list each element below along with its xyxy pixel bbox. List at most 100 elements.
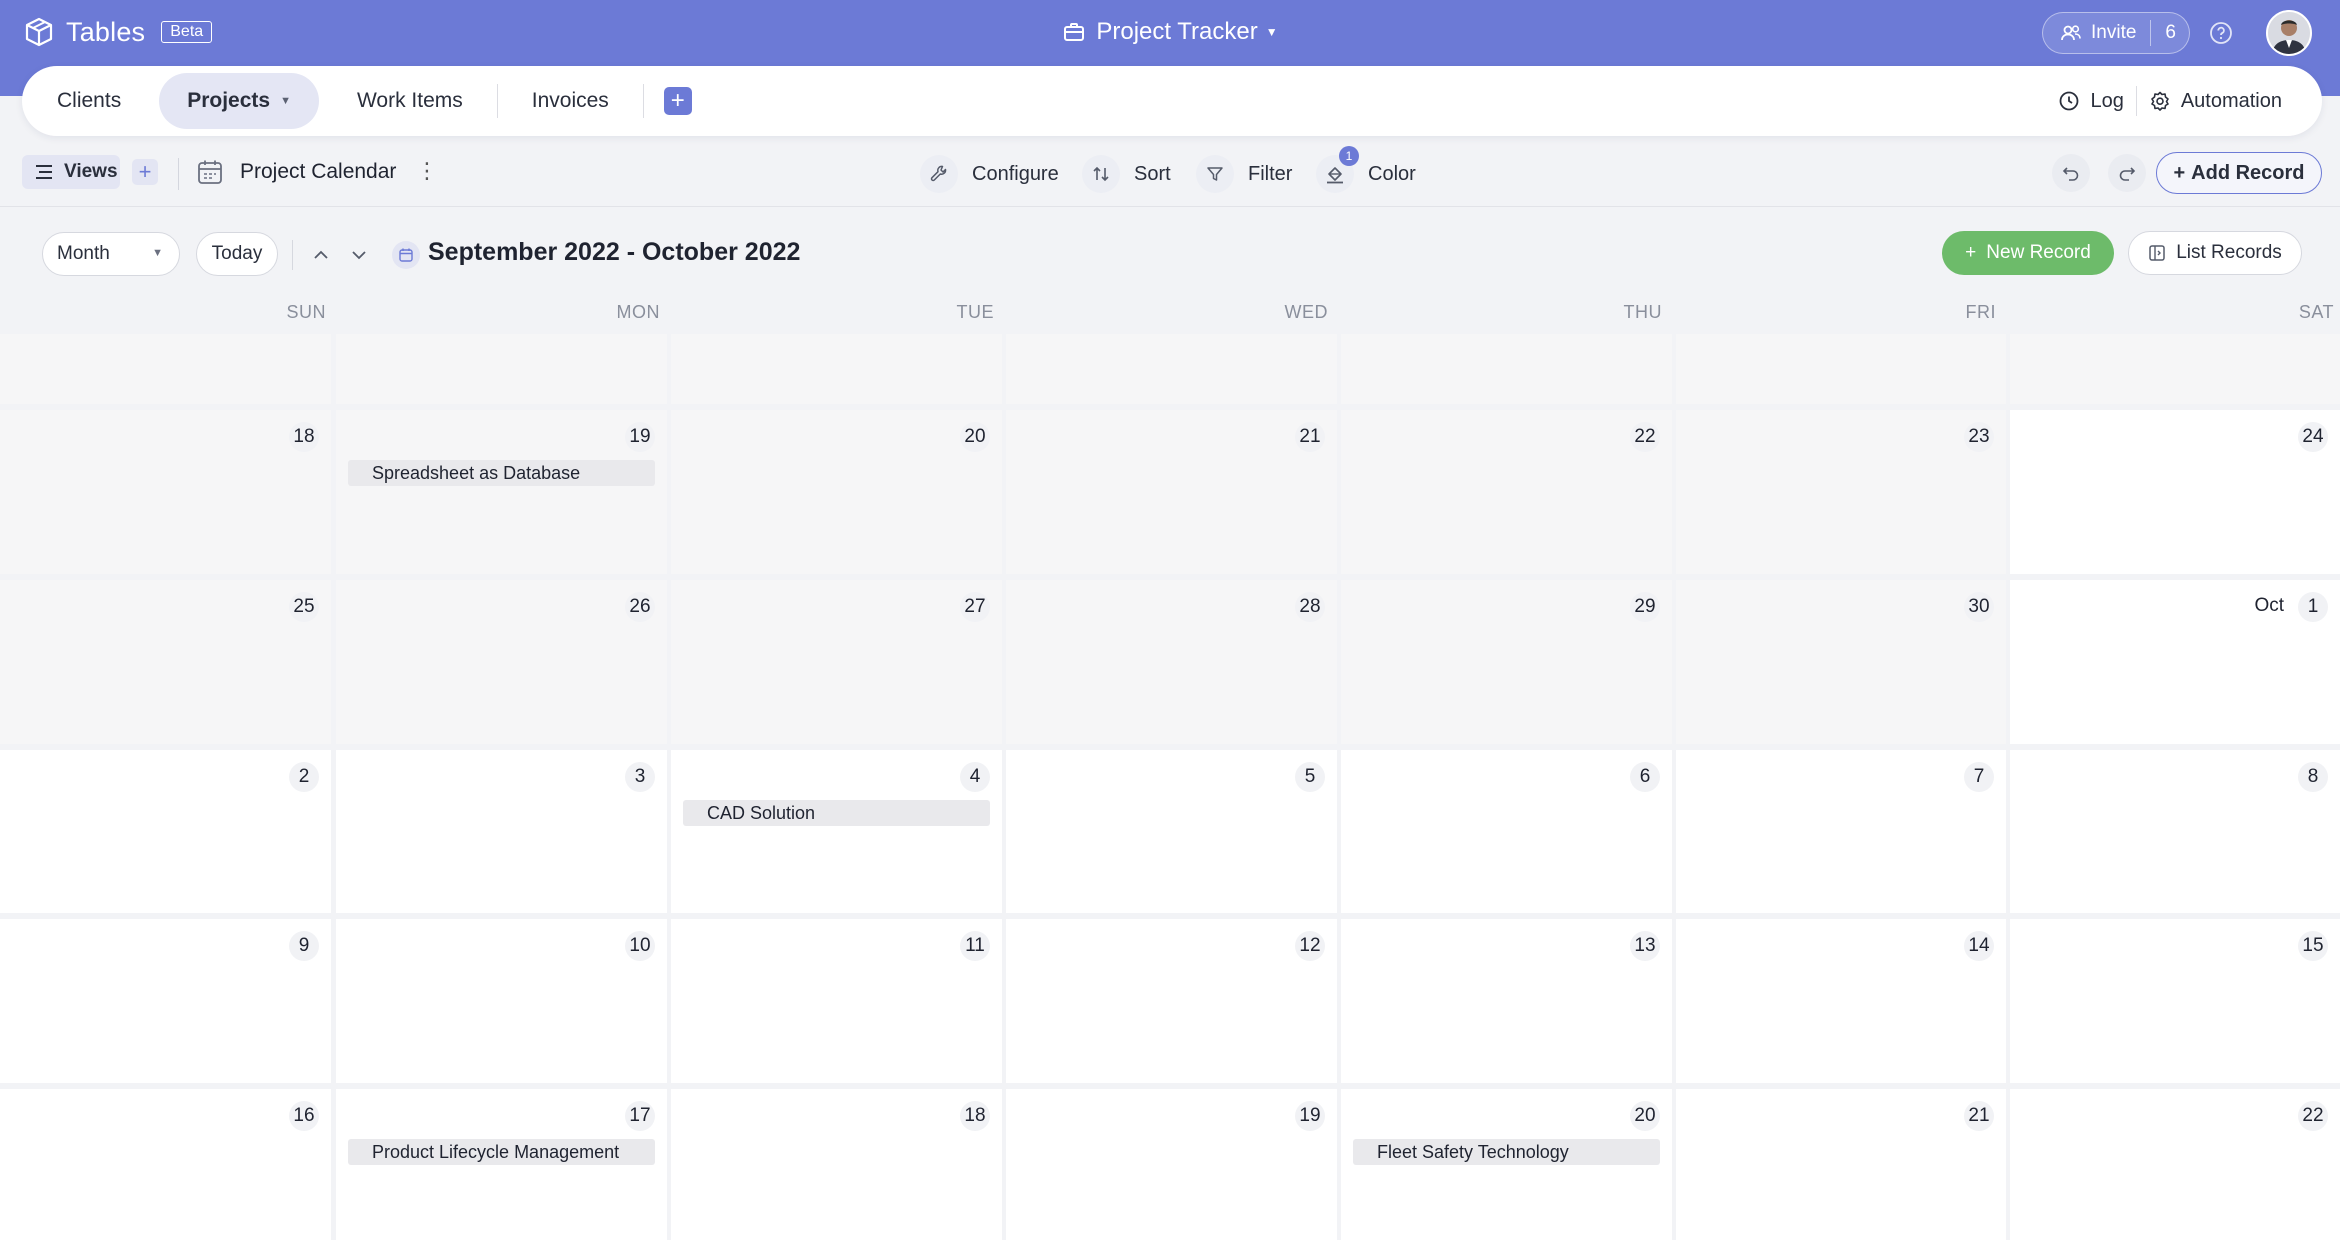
calendar-event[interactable]: Fleet Safety Technology bbox=[1353, 1139, 1660, 1165]
day-number: 21 bbox=[1964, 1101, 1994, 1131]
calendar-day-cell[interactable] bbox=[2010, 334, 2340, 404]
calendar-day-cell[interactable]: 19 bbox=[1006, 1089, 1337, 1240]
view-name[interactable]: Project Calendar bbox=[240, 160, 396, 184]
color-button[interactable]: 1 Color bbox=[1316, 146, 1416, 196]
new-record-label: New Record bbox=[1986, 242, 2091, 263]
weekday-label: SAT bbox=[2298, 302, 2334, 322]
list-panel-icon bbox=[2149, 245, 2165, 261]
tab-invoices[interactable]: Invoices bbox=[498, 73, 643, 129]
calendar-icon bbox=[198, 160, 222, 184]
add-record-label: Add Record bbox=[2191, 161, 2305, 184]
invite-button[interactable]: Invite 6 bbox=[2042, 12, 2190, 54]
tab-work-items[interactable]: Work Items bbox=[323, 73, 497, 129]
calendar-event[interactable]: Spreadsheet as Database bbox=[348, 460, 655, 486]
filter-label: Filter bbox=[1248, 162, 1293, 185]
log-button[interactable]: Log bbox=[2046, 90, 2135, 113]
calendar-day-cell[interactable]: 30 bbox=[1676, 580, 2006, 744]
day-number: 7 bbox=[1964, 762, 1994, 792]
list-records-button[interactable]: List Records bbox=[2128, 231, 2302, 275]
sort-button[interactable]: Sort bbox=[1082, 152, 1171, 196]
calendar-day-cell[interactable]: 14 bbox=[1676, 919, 2006, 1083]
calendar-day-cell[interactable]: 19 bbox=[336, 410, 667, 574]
chevron-down-icon: ▼ bbox=[152, 247, 163, 259]
calendar-day-cell[interactable]: 16 bbox=[0, 1089, 331, 1240]
tabbar-actions: Log Automation bbox=[2046, 66, 2294, 136]
calendar-event[interactable]: Product Lifecycle Management bbox=[348, 1139, 655, 1165]
calendar-day-cell[interactable] bbox=[1676, 334, 2006, 404]
calendar-day-cell[interactable]: 5 bbox=[1006, 750, 1337, 913]
calendar-day-cell[interactable] bbox=[0, 334, 331, 404]
calendar-day-cell[interactable]: 21 bbox=[1006, 410, 1337, 574]
filter-button[interactable]: Filter bbox=[1196, 152, 1292, 196]
project-title[interactable]: Project Tracker ▼ bbox=[0, 18, 2340, 46]
tab-projects[interactable]: Projects ▼ bbox=[159, 73, 319, 129]
next-period-button[interactable] bbox=[346, 242, 372, 268]
day-number: 18 bbox=[289, 422, 319, 452]
calendar-day-cell[interactable]: 1 Oct bbox=[2010, 580, 2340, 744]
help-icon[interactable] bbox=[2208, 20, 2234, 46]
day-number: 18 bbox=[960, 1101, 990, 1131]
redo-button[interactable] bbox=[2108, 154, 2146, 192]
calendar-day-cell[interactable]: 26 bbox=[336, 580, 667, 744]
sort-label: Sort bbox=[1134, 162, 1171, 185]
calendar-day-cell[interactable]: 4 bbox=[671, 750, 1002, 913]
calendar-day-cell[interactable]: 7 bbox=[1676, 750, 2006, 913]
today-button[interactable]: Today bbox=[196, 232, 278, 276]
calendar-day-cell[interactable]: 18 bbox=[0, 410, 331, 574]
calendar-day-cell[interactable]: 12 bbox=[1006, 919, 1337, 1083]
project-title-label: Project Tracker bbox=[1096, 18, 1258, 45]
automation-button[interactable]: Automation bbox=[2137, 90, 2294, 113]
calendar-day-cell[interactable] bbox=[1341, 334, 1672, 404]
calendar-day-cell[interactable] bbox=[1006, 334, 1337, 404]
add-record-button[interactable]: + Add Record bbox=[2156, 152, 2322, 194]
paint-bucket-icon: 1 bbox=[1316, 146, 1359, 193]
day-number: 22 bbox=[2298, 1101, 2328, 1131]
calendar-day-cell[interactable]: 6 bbox=[1341, 750, 1672, 913]
weekday-label: THU bbox=[1623, 302, 1662, 322]
calendar-day-cell[interactable]: 21 bbox=[1676, 1089, 2006, 1240]
calendar-day-cell[interactable]: 18 bbox=[671, 1089, 1002, 1240]
calendar-day-cell[interactable]: 10 bbox=[336, 919, 667, 1083]
calendar-day-cell[interactable]: 22 bbox=[1341, 410, 1672, 574]
day-number: 2 bbox=[289, 762, 319, 792]
calendar-day-cell[interactable]: 25 bbox=[0, 580, 331, 744]
calendar-day-cell[interactable]: 28 bbox=[1006, 580, 1337, 744]
calendar-mode-select[interactable]: Month ▼ bbox=[42, 232, 180, 276]
add-view-button[interactable]: + bbox=[132, 159, 158, 185]
calendar-day-cell[interactable]: 11 bbox=[671, 919, 1002, 1083]
calendar-day-cell[interactable] bbox=[336, 334, 667, 404]
undo-button[interactable] bbox=[2052, 154, 2090, 192]
day-number: 1 bbox=[2298, 592, 2328, 622]
log-label: Log bbox=[2090, 89, 2124, 112]
avatar[interactable] bbox=[2266, 10, 2312, 56]
calendar-day-cell[interactable]: 24 bbox=[2010, 410, 2340, 574]
date-picker-icon[interactable] bbox=[392, 241, 420, 269]
calendar-day-cell[interactable]: 15 bbox=[2010, 919, 2340, 1083]
calendar-day-cell[interactable]: 9 bbox=[0, 919, 331, 1083]
calendar-day-cell[interactable]: 23 bbox=[1676, 410, 2006, 574]
more-options-icon[interactable]: ⋮ bbox=[416, 158, 438, 188]
calendar-event[interactable]: CAD Solution bbox=[683, 800, 990, 826]
calendar-day-cell[interactable] bbox=[671, 334, 1002, 404]
calendar-day-cell[interactable]: 20 bbox=[671, 410, 1002, 574]
calendar-day-cell[interactable]: 29 bbox=[1341, 580, 1672, 744]
add-table-button[interactable]: + bbox=[663, 87, 692, 115]
calendar-day-cell[interactable]: 3 bbox=[336, 750, 667, 913]
day-number: 26 bbox=[625, 592, 655, 622]
configure-button[interactable]: Configure bbox=[920, 152, 1059, 196]
previous-period-button[interactable] bbox=[308, 242, 334, 268]
chevron-up-icon bbox=[314, 250, 328, 259]
new-record-button[interactable]: + New Record bbox=[1942, 231, 2114, 275]
calendar-day-cell[interactable]: 22 bbox=[2010, 1089, 2340, 1240]
users-icon bbox=[2061, 25, 2081, 41]
weekday-label: SUN bbox=[286, 302, 326, 322]
tab-clients[interactable]: Clients bbox=[22, 73, 155, 129]
automation-label: Automation bbox=[2180, 89, 2282, 112]
views-button[interactable]: Views bbox=[22, 155, 120, 189]
calendar-day-cell[interactable]: 27 bbox=[671, 580, 1002, 744]
chevron-down-icon[interactable]: ▼ bbox=[280, 95, 291, 107]
calendar-day-cell[interactable]: 2 bbox=[0, 750, 331, 913]
day-number: 25 bbox=[289, 592, 319, 622]
calendar-day-cell[interactable]: 8 bbox=[2010, 750, 2340, 913]
calendar-day-cell[interactable]: 13 bbox=[1341, 919, 1672, 1083]
